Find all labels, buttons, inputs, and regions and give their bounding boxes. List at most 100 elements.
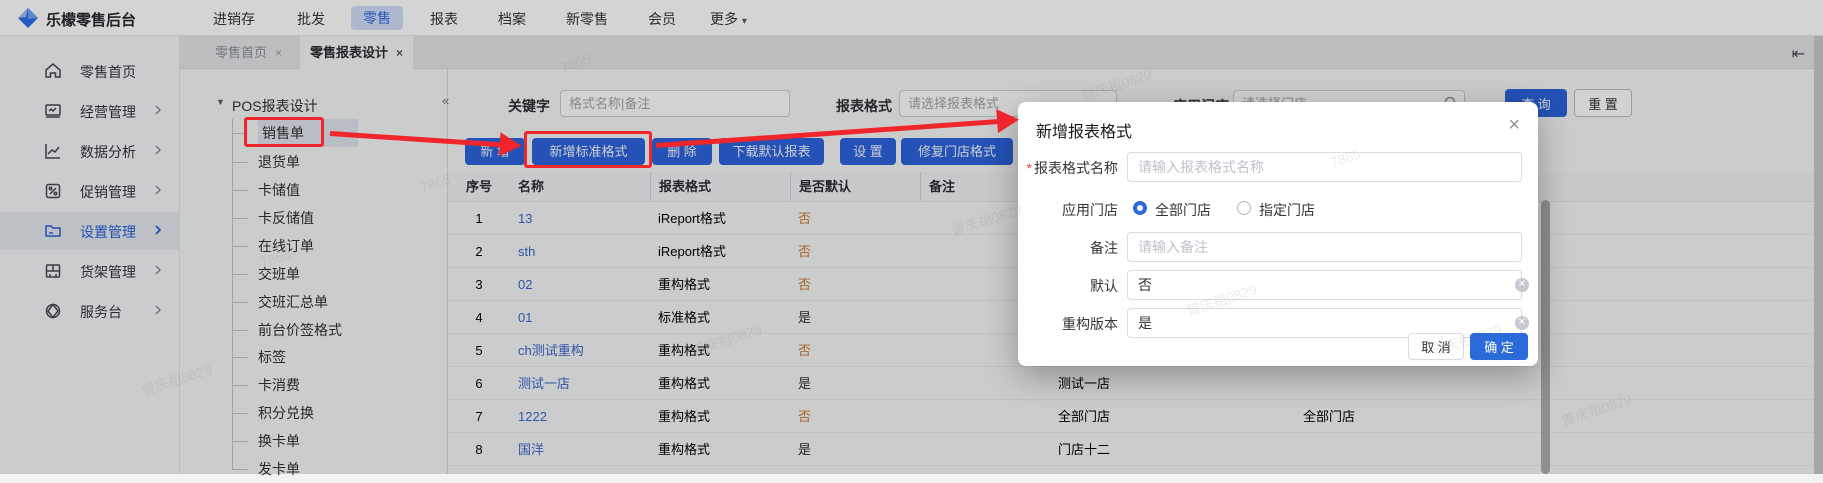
caret-down-icon[interactable]: ▼ (216, 97, 225, 107)
row-name-link[interactable]: 国洋 (510, 433, 650, 465)
app-logo-icon (18, 8, 38, 28)
app-title: 乐檬零售后台 (46, 9, 136, 30)
tree-item-sales[interactable]: 销售单 (258, 119, 358, 147)
row-name-link[interactable]: ch测试重构 (510, 334, 650, 366)
tree-item-label[interactable]: 标签 (258, 343, 428, 371)
tree-item-online-order[interactable]: 在线订单 (258, 232, 428, 260)
sidebar-item-shelf[interactable]: 货架管理 (0, 252, 180, 290)
remark-input[interactable] (1127, 232, 1522, 262)
apply-store-label: 应用门店 (1018, 200, 1118, 220)
tab-retail-home[interactable]: 零售首页× (205, 36, 292, 69)
row-name-link[interactable]: 01 (510, 301, 650, 333)
confirm-button[interactable]: 确 定 (1470, 333, 1528, 360)
tree-item-card-issue[interactable]: 发卡单 (258, 455, 428, 483)
tree-item-card-change[interactable]: 换卡单 (258, 427, 428, 455)
row-name-link[interactable]: 测试一店 (510, 367, 650, 399)
format-name-label: *报表格式名称 (1018, 158, 1118, 178)
shelf-icon (44, 262, 62, 280)
default-select[interactable]: 否 (1127, 270, 1522, 300)
sidebar-item-business[interactable]: 经营管理 (0, 92, 180, 130)
radio-all-stores[interactable] (1133, 201, 1147, 215)
table-row[interactable]: 8 国洋 重构格式 是 门店十二 (448, 433, 1823, 466)
sidebar-item-service-desk[interactable]: 服务台 (0, 292, 180, 330)
tree-item-points[interactable]: 积分兑换 (258, 399, 428, 427)
cancel-button[interactable]: 取 消 (1408, 333, 1464, 360)
row-name-link[interactable]: 1222 (510, 400, 650, 432)
tree-item-shift-summary[interactable]: 交班汇总单 (258, 288, 428, 316)
row-name-link[interactable]: 13 (510, 202, 650, 234)
radio-specific-stores[interactable] (1237, 201, 1251, 215)
nav-item-purchase[interactable]: 进销存 (213, 9, 255, 29)
chevron-right-icon (152, 184, 164, 196)
add-button[interactable]: 新 增 (465, 138, 525, 165)
tree-connector (232, 119, 233, 469)
sidebar-item-home[interactable]: 零售首页 (0, 52, 180, 90)
chart-icon (44, 142, 62, 160)
radio-specific-stores-label[interactable]: 指定门店 (1259, 200, 1315, 220)
row-name-link[interactable]: 02 (510, 268, 650, 300)
nav-item-archives[interactable]: 档案 (498, 9, 526, 29)
nav-item-reports[interactable]: 报表 (430, 9, 458, 29)
sidebar-item-settings[interactable]: 设置管理 (0, 212, 180, 250)
format-name-input[interactable] (1127, 152, 1522, 182)
tree-item-card-consume[interactable]: 卡消费 (258, 371, 428, 399)
close-icon[interactable]: × (1508, 114, 1520, 137)
nav-item-wholesale[interactable]: 批发 (297, 9, 325, 29)
default-label: 默认 (1018, 276, 1118, 296)
sidebar-item-promotion[interactable]: 促销管理 (0, 172, 180, 210)
required-asterisk: * (1027, 160, 1032, 176)
page-scrollbar[interactable] (1814, 36, 1823, 474)
rebuild-version-label: 重构版本 (1018, 314, 1118, 334)
row-name-link[interactable]: sth (510, 235, 650, 267)
chevron-right-icon (152, 144, 164, 156)
keyword-label: 关键字 (508, 96, 550, 116)
download-default-report-button[interactable]: 下载默认报表 (719, 138, 824, 165)
reset-button[interactable]: 重 置 (1574, 89, 1632, 117)
remark-label: 备注 (1018, 238, 1118, 258)
settings-button[interactable]: 设 置 (840, 138, 896, 165)
tab-strip: 零售首页× 零售报表设计× (180, 36, 1823, 69)
nav-item-retail-active[interactable]: 零售 (351, 6, 403, 30)
nav-item-new-retail[interactable]: 新零售 (566, 9, 608, 29)
sidebar-collapse-icon[interactable]: ⇤ (1792, 44, 1805, 64)
top-navbar: 乐檬零售后台 进销存 批发 零售 报表 档案 新零售 会员 更多 ▾ (0, 0, 1823, 36)
col-default: 是否默认 (790, 172, 920, 201)
percent-badge-icon (44, 182, 62, 200)
radio-all-stores-label[interactable]: 全部门店 (1155, 200, 1211, 220)
close-icon[interactable]: × (396, 46, 403, 60)
sidebar-item-analytics[interactable]: 数据分析 (0, 132, 180, 170)
repair-store-format-button[interactable]: 修复门店格式 (901, 138, 1013, 165)
nav-item-more[interactable]: 更多 ▾ (710, 9, 747, 29)
panel-collapse-icon[interactable]: « (442, 93, 449, 108)
sidebar: 零售首页 经营管理 数据分析 促销管理 设置管理 货架管理 服务台 (0, 36, 180, 474)
tree-item-price-tag[interactable]: 前台价签格式 (258, 316, 428, 344)
col-seq: 序号 (448, 172, 510, 201)
nav-item-members[interactable]: 会员 (648, 9, 676, 29)
delete-button[interactable]: 删 除 (652, 138, 712, 165)
col-format: 报表格式 (650, 172, 790, 201)
tree-root-node[interactable]: POS报表设计 (232, 96, 318, 116)
keyword-input[interactable] (560, 90, 790, 117)
tree-panel: ▼ POS报表设计 销售单 退货单 卡储值 卡反储值 在线订单 交班单 交班汇总… (180, 69, 448, 474)
chevron-right-icon (152, 264, 164, 276)
home-icon (44, 62, 62, 80)
folder-icon (44, 222, 62, 240)
tree-item-return[interactable]: 退货单 (258, 148, 428, 176)
tab-report-design[interactable]: 零售报表设计× (300, 36, 413, 69)
close-icon[interactable]: × (275, 46, 282, 60)
clear-icon[interactable]: ✕ (1515, 316, 1529, 330)
add-standard-format-button[interactable]: 新增标准格式 (532, 138, 645, 165)
chevron-down-icon: ▾ (742, 16, 747, 27)
table-scrollbar[interactable] (1541, 200, 1550, 474)
tree-item-shift[interactable]: 交班单 (258, 260, 428, 288)
table-row[interactable]: 7 1222 重构格式 否 全部门店 全部门店 (448, 400, 1823, 433)
format-label: 报表格式 (836, 96, 892, 116)
tree-item-card-stored[interactable]: 卡储值 (258, 176, 428, 204)
chevron-right-icon (152, 104, 164, 116)
tree-item-card-reverse[interactable]: 卡反储值 (258, 204, 428, 232)
service-desk-icon (44, 302, 62, 320)
modal-title: 新增报表格式 (1036, 118, 1132, 142)
col-name: 名称 (510, 172, 650, 201)
clear-icon[interactable]: ✕ (1515, 278, 1529, 292)
table-row[interactable]: 6 测试一店 重构格式 是 测试一店 (448, 367, 1823, 400)
